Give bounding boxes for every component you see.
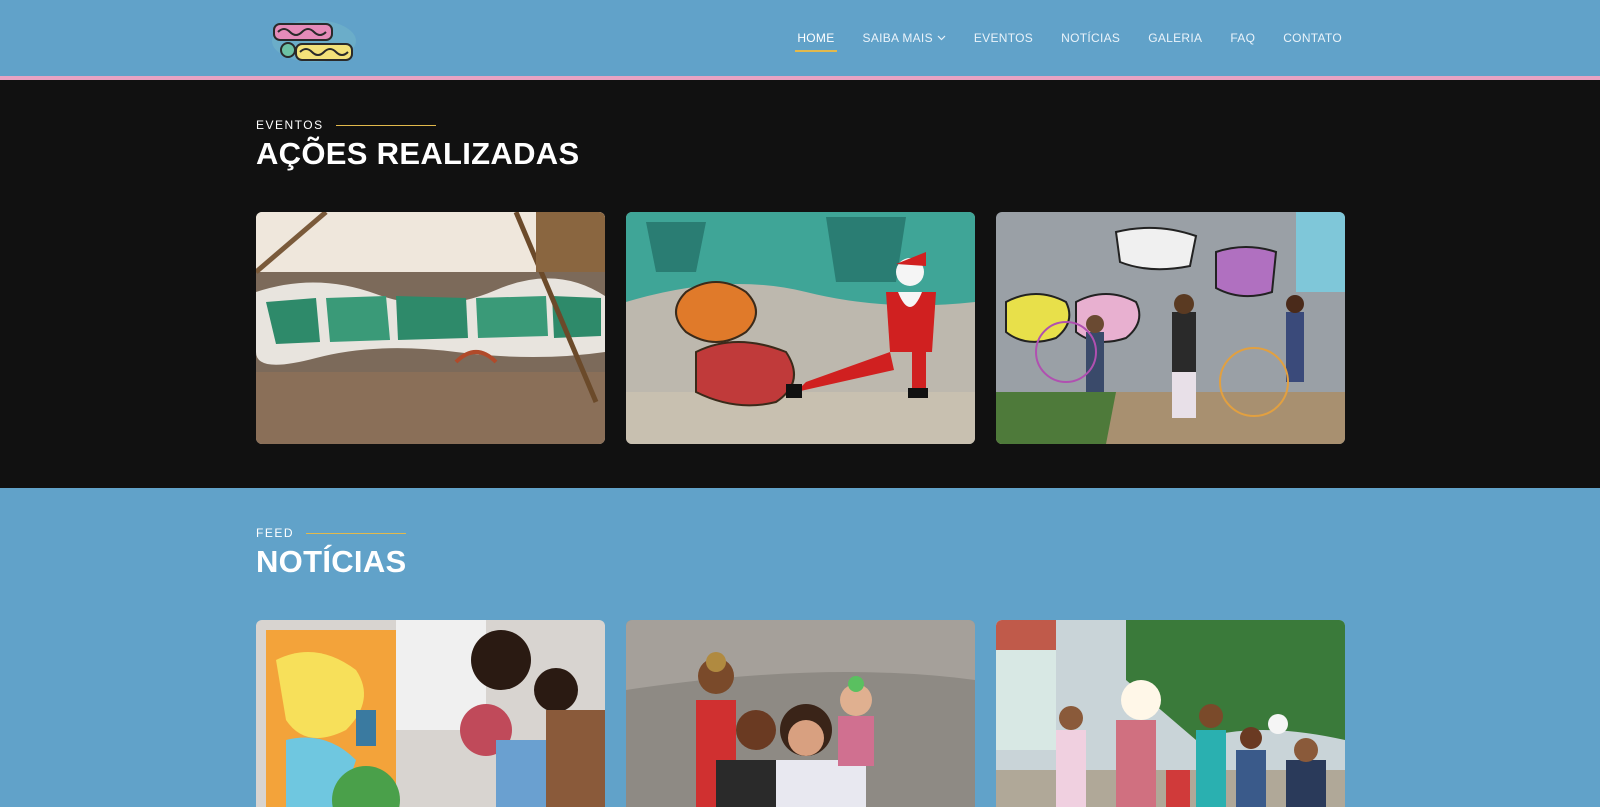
nav-eventos[interactable]: EVENTOS — [974, 31, 1033, 45]
event-photo-santa — [626, 212, 975, 444]
eyebrow-divider — [306, 532, 407, 534]
nav-eventos-label: EVENTOS — [973, 31, 1034, 45]
events-title: AÇÕES REALIZADAS — [256, 136, 580, 171]
event-card-3[interactable] — [996, 212, 1345, 444]
nav-faq[interactable]: FAQ — [1230, 31, 1255, 45]
nav-home[interactable]: HOME — [795, 31, 837, 52]
logo-graffiti-icon — [272, 20, 356, 62]
nav-contato[interactable]: CONTATO — [1283, 31, 1342, 45]
news-photo-kids-posing — [626, 620, 975, 807]
events-eyebrow: EVENTOS — [256, 118, 436, 132]
nav-noticias-label: NOTÍCIAS — [1061, 31, 1121, 45]
news-photo-spray-painting — [256, 620, 605, 807]
news-card-3[interactable] — [996, 620, 1345, 807]
nav-home-label: HOME — [797, 31, 835, 45]
nav-galeria[interactable]: GALERIA — [1148, 31, 1202, 45]
events-section: EVENTOS AÇÕES REALIZADAS — [0, 80, 1600, 488]
feed-section: FEED NOTÍCIAS — [0, 488, 1600, 807]
chevron-down-icon — [937, 35, 946, 41]
event-photo-children-graffiti — [996, 212, 1345, 444]
events-eyebrow-label: EVENTOS — [256, 118, 324, 132]
nav-galeria-label: GALERIA — [1148, 31, 1203, 45]
nav-saiba-mais-label: SAIBA MAIS — [862, 31, 933, 45]
nav-noticias[interactable]: NOTÍCIAS — [1061, 31, 1120, 45]
news-card-1[interactable] — [256, 620, 605, 807]
event-card-2[interactable] — [626, 212, 975, 444]
feed-title: NOTÍCIAS — [256, 544, 407, 579]
feed-eyebrow: FEED — [256, 526, 407, 540]
nav-contato-label: CONTATO — [1283, 31, 1342, 45]
event-card-1[interactable] — [256, 212, 605, 444]
eyebrow-divider — [335, 124, 436, 126]
site-header: HOME SAIBA MAIS EVENTOS NOTÍCIAS GALERIA… — [0, 0, 1600, 80]
nav-faq-label: FAQ — [1230, 31, 1256, 45]
nav-saiba-mais[interactable]: SAIBA MAIS — [863, 31, 946, 45]
news-card-2[interactable] — [626, 620, 975, 807]
event-photo-graffiti-wall — [256, 212, 605, 444]
main-nav: HOME SAIBA MAIS EVENTOS NOTÍCIAS GALERIA… — [795, 0, 1342, 76]
amigos-do-bairro-logo[interactable] — [270, 18, 358, 64]
news-photo-group-children — [996, 620, 1345, 807]
feed-eyebrow-label: FEED — [256, 526, 295, 540]
